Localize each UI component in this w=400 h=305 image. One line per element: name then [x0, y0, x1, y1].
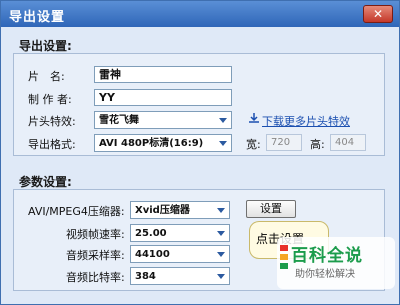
author-field[interactable]: YY — [94, 89, 232, 106]
samplerate-select[interactable]: 44100 — [130, 245, 230, 263]
width-field[interactable]: 720 — [266, 134, 302, 151]
export-group-title: 导出设置: — [17, 37, 74, 54]
title-bar[interactable]: 导出设置 ✕ — [1, 1, 399, 27]
chevron-down-icon — [217, 208, 225, 213]
bitrate-select[interactable]: 384 — [130, 267, 230, 285]
framerate-select[interactable]: 25.00 — [130, 224, 230, 242]
chevron-down-icon — [217, 231, 225, 236]
export-settings-dialog: 导出设置 ✕ 导出设置: 片 名: 雷神 制 作 者: YY 片头特效: 雪花飞… — [0, 0, 400, 305]
effect-label: 片头特效: — [28, 115, 76, 128]
chevron-down-icon — [217, 274, 225, 279]
download-effects-link[interactable]: 下载更多片头特效 — [262, 113, 350, 129]
bitrate-select-value: 384 — [135, 271, 156, 282]
chevron-down-icon — [219, 118, 227, 123]
bitrate-label: 音频比特率: — [66, 271, 125, 284]
framerate-select-value: 25.00 — [135, 228, 167, 239]
name-field[interactable]: 雷神 — [94, 66, 232, 83]
param-group-title: 参数设置: — [17, 173, 74, 190]
framerate-label: 视频帧速率: — [66, 228, 125, 241]
name-label: 片 名: — [28, 70, 65, 83]
logo-icon — [280, 245, 288, 269]
watermark-slogan: 助你轻松解决 — [295, 269, 355, 280]
format-label: 导出格式: — [28, 138, 76, 151]
height-field[interactable]: 404 — [330, 134, 366, 151]
codec-select-value: Xvid压缩器 — [135, 205, 190, 216]
format-select[interactable]: AVI 480P标清(16:9) — [94, 134, 232, 152]
watermark-brand: 百科全说 — [291, 246, 363, 266]
chevron-down-icon — [217, 252, 225, 257]
close-button[interactable]: ✕ — [363, 5, 393, 23]
author-label: 制 作 者: — [28, 93, 72, 106]
window-title: 导出设置 — [9, 10, 66, 25]
samplerate-select-value: 44100 — [135, 249, 170, 260]
samplerate-label: 音频采样率: — [66, 249, 125, 262]
export-group: 片 名: 雷神 制 作 者: YY 片头特效: 雪花飞舞 下载更多片头特效 导出… — [13, 53, 385, 156]
close-icon: ✕ — [372, 7, 384, 21]
chevron-down-icon — [219, 141, 227, 146]
codec-select[interactable]: Xvid压缩器 — [130, 201, 230, 219]
width-label: 宽: — [246, 138, 261, 151]
height-label: 高: — [310, 138, 325, 151]
format-select-value: AVI 480P标清(16:9) — [99, 138, 204, 149]
effect-select[interactable]: 雪花飞舞 — [94, 111, 232, 129]
effect-select-value: 雪花飞舞 — [99, 115, 139, 126]
settings-button[interactable]: 设置 — [246, 200, 296, 218]
download-icon — [248, 112, 260, 127]
watermark: 百科全说 助你轻松解决 — [277, 237, 395, 289]
codec-label: AVI/MPEG4压缩器: — [28, 205, 125, 218]
